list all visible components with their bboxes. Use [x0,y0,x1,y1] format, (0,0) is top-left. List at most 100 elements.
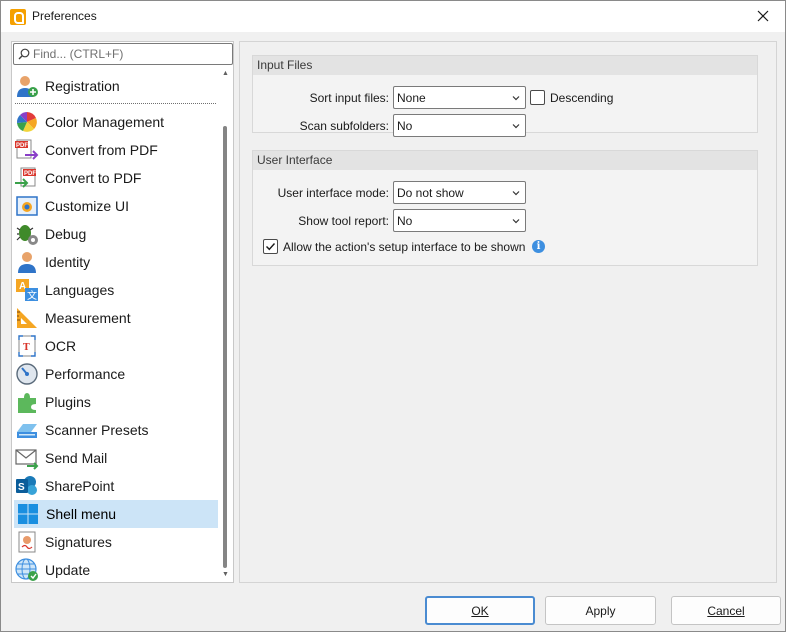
sidebar-item-label: Registration [45,78,120,94]
puzzle-icon [15,390,39,414]
sidebar-item-label: Identity [45,254,91,270]
svg-text:S: S [18,482,25,493]
allow-setup-interface-checkbox[interactable] [263,239,278,254]
sidebar-item-ocr[interactable]: T OCR [13,332,218,360]
sort-input-files-label: Sort input files: [309,91,389,105]
sidebar-item-send-mail[interactable]: Send Mail [13,444,218,472]
sidebar-item-label: Languages [45,282,115,298]
windows-logo-icon [16,502,40,526]
show-tool-report-select[interactable]: No [393,209,526,232]
sidebar-item-label: Shell menu [46,506,117,522]
user-interface-mode-select[interactable]: Do not show [393,181,526,204]
registration-user-icon [15,74,39,98]
sidebar-item-label: Update [45,562,91,578]
apply-button-label: Apply [585,603,616,618]
search-box [13,43,233,65]
window-title: Preferences [32,9,97,23]
cancel-button[interactable]: Cancel [671,596,781,625]
identity-user-icon [15,250,39,274]
chevron-down-icon [512,191,520,196]
speedometer-icon [15,362,39,386]
scrollbar-thumb[interactable] [223,126,227,568]
ruler-icon [15,306,39,330]
sidebar-item-convert-to-pdf[interactable]: PDF Convert to PDF [13,164,218,192]
scan-subfolders-select[interactable]: No [393,114,526,137]
sidebar-item-label: Convert from PDF [45,142,158,158]
convert-from-pdf-icon: PDF [15,138,39,162]
signature-icon [15,530,39,554]
show-tool-report-label: Show tool report: [298,214,389,228]
select-value: No [397,214,413,228]
user-interface-group: User Interface User interface mode: Do n… [252,150,758,266]
ocr-icon: T [15,334,39,358]
sort-input-files-select[interactable]: None [393,86,526,109]
ok-button[interactable]: OK [425,596,535,625]
sidebar-item-signatures[interactable]: Signatures [13,528,218,556]
globe-update-icon [15,558,39,582]
svg-text:文: 文 [27,289,37,302]
cancel-button-label: Cancel [707,603,745,618]
scan-subfolders-label: Scan subfolders: [299,119,389,133]
sidebar-item-label: Performance [45,366,126,382]
sidebar-item-label: SharePoint [45,478,115,494]
search-input[interactable] [33,44,228,64]
descending-label: Descending [550,91,614,105]
sidebar-item-registration[interactable]: Registration [13,72,218,100]
svg-text:PDF: PDF [24,171,36,177]
sidebar-item-languages[interactable]: A文 Languages [13,276,218,304]
group-header: Input Files [253,56,757,75]
info-icon[interactable]: i [532,240,545,253]
group-header: User Interface [253,151,757,170]
sidebar-item-shell-menu[interactable]: Shell menu [14,500,218,528]
close-button[interactable] [745,3,781,29]
svg-text:PDF: PDF [16,143,28,149]
sidebar-item-sharepoint[interactable]: S SharePoint [13,472,218,500]
sidebar-item-label: Measurement [45,310,131,326]
sidebar-item-debug[interactable]: Debug [13,220,218,248]
vertical-scrollbar[interactable]: ▲ ▼ [219,66,231,582]
sidebar-item-customize-ui[interactable]: Customize UI [13,192,218,220]
scroll-down-arrow-icon[interactable]: ▼ [221,570,230,579]
sidebar-item-update[interactable]: Update [13,556,218,582]
sidebar-item-convert-from-pdf[interactable]: PDF Convert from PDF [13,136,218,164]
settings-panel: Input Files Sort input files: None Desce… [239,41,777,583]
chevron-down-icon [512,219,520,224]
sharepoint-icon: S [15,474,39,498]
sidebar-item-plugins[interactable]: Plugins [13,388,218,416]
title-bar: Preferences [1,1,785,32]
category-list: Registration Color Management PDF Conver… [13,67,218,582]
user-interface-mode-label: User interface mode: [277,186,389,200]
sidebar-item-label: Send Mail [45,450,108,466]
sidebar-item-label: Debug [45,226,87,242]
select-value: None [397,91,426,105]
sidebar-item-label: OCR [45,338,77,354]
sidebar-item-label: Customize UI [45,198,130,214]
chevron-down-icon [512,96,520,101]
apply-button[interactable]: Apply [545,596,656,625]
close-icon [757,10,769,22]
sidebar-item-measurement[interactable]: Measurement [13,304,218,332]
color-wheel-icon [15,110,39,134]
search-icon [18,48,30,60]
scroll-up-arrow-icon[interactable]: ▲ [221,69,230,78]
sidebar-item-scanner-presets[interactable]: Scanner Presets [13,416,218,444]
descending-checkbox[interactable] [530,90,545,105]
languages-icon: A文 [15,278,39,302]
convert-to-pdf-icon: PDF [15,166,39,190]
select-value: No [397,119,413,133]
preferences-dialog: Preferences Registration Color Ma [0,0,786,632]
sidebar-item-performance[interactable]: Performance [13,360,218,388]
scanner-icon [15,418,39,442]
divider [15,103,216,104]
checkmark-icon [266,243,276,251]
sidebar-item-label: Plugins [45,394,91,410]
debug-bug-icon [15,222,39,246]
select-value: Do not show [397,186,464,200]
category-panel: Registration Color Management PDF Conver… [11,41,234,583]
app-logo-icon [10,9,26,25]
sidebar-item-color-management[interactable]: Color Management [13,108,218,136]
allow-setup-interface-label: Allow the action's setup interface to be… [283,240,526,254]
chevron-down-icon [512,124,520,129]
sidebar-item-label: Scanner Presets [45,422,149,438]
sidebar-item-identity[interactable]: Identity [13,248,218,276]
